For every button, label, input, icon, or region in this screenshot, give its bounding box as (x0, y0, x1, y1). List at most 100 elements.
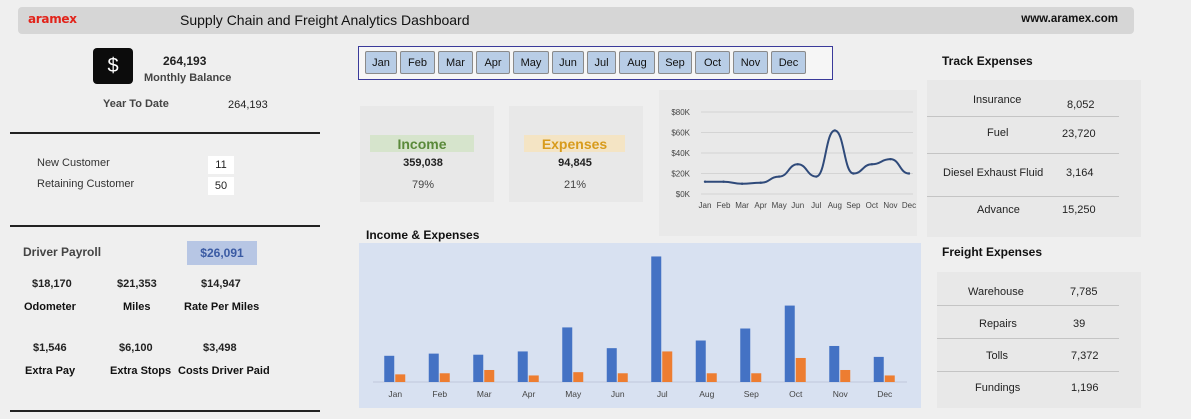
x-tick-label: Jan (388, 389, 402, 399)
x-tick-label: Feb (717, 201, 731, 210)
divider (937, 338, 1119, 339)
x-tick-label: Feb (432, 389, 447, 399)
fuel-label: Fuel (987, 127, 1009, 139)
month-sep-button[interactable]: Sep (658, 51, 692, 74)
y-tick-label: $60K (671, 129, 690, 138)
new-customer-value: 11 (208, 156, 234, 174)
expenses-bar (751, 373, 762, 382)
line-point (852, 172, 855, 175)
month-may-button[interactable]: May (513, 51, 549, 74)
income-bar (473, 354, 484, 382)
y-tick-label: $40K (671, 149, 690, 158)
expenses-bar (840, 369, 851, 382)
miles-value: $21,353 (117, 278, 157, 290)
x-tick-label: Aug (828, 201, 842, 210)
repairs-value: 39 (1073, 318, 1086, 330)
aramex-logo[interactable]: aramex (28, 12, 77, 26)
y-tick-label: $0K (676, 190, 691, 199)
warehouse-value: 7,785 (1070, 286, 1098, 298)
month-aug-button[interactable]: Aug (619, 51, 655, 74)
divider (927, 153, 1119, 154)
income-bar (695, 340, 706, 382)
x-tick-label: Sep (744, 389, 759, 399)
month-mar-button[interactable]: Mar (438, 51, 473, 74)
track-expenses-card: Insurance 8,052 Fuel 23,720 Diesel Exhau… (927, 80, 1141, 237)
x-tick-label: Apr (522, 389, 535, 399)
expenses-bar (573, 372, 584, 382)
tolls-value: 7,372 (1071, 350, 1099, 362)
divider (927, 196, 1119, 197)
line-point (703, 180, 707, 183)
x-tick-label: May (772, 201, 787, 210)
income-percent: 79% (411, 179, 435, 191)
x-tick-label: Apr (754, 201, 767, 210)
month-jan-button[interactable]: Jan (365, 51, 397, 74)
costs-driver-paid-label: Costs Driver Paid (178, 365, 270, 377)
x-tick-label: Oct (866, 201, 879, 210)
expenses-bar (884, 375, 895, 382)
month-nov-button[interactable]: Nov (733, 51, 768, 74)
income-bar (784, 305, 795, 382)
x-tick-label: May (565, 389, 582, 399)
income-bar (384, 355, 395, 382)
freight-expenses-card: Warehouse 7,785 Repairs 39 Tolls 7,372 F… (937, 272, 1141, 408)
month-jun-button[interactable]: Jun (552, 51, 584, 74)
retaining-customer-value: 50 (208, 177, 234, 195)
advance-value: 15,250 (1062, 204, 1096, 216)
ytd-value: 264,193 (228, 99, 268, 111)
expenses-bar (528, 375, 539, 382)
income-bar (562, 327, 573, 382)
x-tick-label: Jul (657, 389, 668, 399)
fuel-value: 23,720 (1062, 128, 1096, 140)
income-bar (606, 348, 617, 382)
line-point (907, 172, 911, 175)
x-tick-label: Nov (833, 389, 849, 399)
diesel-exhaust-fluid-label: Diesel Exhaust Fluid (943, 167, 1044, 179)
month-feb-button[interactable]: Feb (400, 51, 435, 74)
bar-chart-svg: Jan Feb Mar Apr May Jun Jul Aug Sep Oct Nov Dec (373, 256, 907, 399)
rate-per-miles-value: $14,947 (201, 278, 241, 290)
odometer-value: $18,170 (32, 278, 72, 290)
month-slicer: Jan Feb Mar Apr May Jun Jul Aug Sep Oct … (358, 46, 833, 80)
line-point (833, 129, 837, 132)
track-expenses-title: Track Expenses (942, 54, 1033, 68)
monthly-balance-label: Monthly Balance (144, 72, 232, 84)
fundings-value: 1,196 (1071, 382, 1099, 394)
x-tick-label: Aug (699, 389, 714, 399)
y-tick-label: $80K (671, 108, 690, 117)
driver-payroll-value: $26,091 (187, 241, 257, 265)
expenses-bar (439, 373, 450, 382)
extra-pay-value: $1,546 (33, 342, 67, 354)
month-apr-button[interactable]: Apr (476, 51, 510, 74)
month-dec-button[interactable]: Dec (771, 51, 806, 74)
website-link[interactable]: www.aramex.com (1021, 13, 1118, 25)
line-chart-svg: $0K $20K $40K $60K $80K Jan Feb Mar Apr May Jun Jul… (671, 108, 916, 210)
income-bar (873, 356, 884, 382)
expenses-value: 94,845 (558, 157, 592, 169)
rate-per-miles-label: Rate Per Miles (184, 301, 260, 313)
line-point (722, 180, 725, 183)
insurance-value: 8,052 (1067, 99, 1095, 111)
line-point (740, 182, 744, 185)
fundings-label: Fundings (975, 382, 1021, 394)
retaining-customer-label: Retaining Customer (37, 178, 135, 190)
miles-label: Miles (123, 301, 151, 313)
monthly-balance-value: 264,193 (163, 54, 207, 68)
month-oct-button[interactable]: Oct (695, 51, 730, 74)
divider (937, 371, 1119, 372)
month-jul-button[interactable]: Jul (587, 51, 616, 74)
income-bar (829, 345, 840, 382)
expenses-bar (662, 351, 673, 382)
ytd-label: Year To Date (103, 98, 169, 110)
expenses-bar (795, 357, 806, 382)
income-expenses-chart: Jan Feb Mar Apr May Jun Jul Aug Sep Oct Nov Dec (359, 243, 921, 408)
diesel-exhaust-fluid-value: 3,164 (1066, 167, 1094, 179)
advance-label: Advance (977, 204, 1020, 216)
x-tick-label: Jun (611, 389, 625, 399)
divider (937, 305, 1119, 306)
trend-line (705, 129, 910, 185)
new-customer-label: New Customer (37, 157, 110, 169)
income-bar (740, 328, 751, 382)
monthly-trend-chart: $0K $20K $40K $60K $80K Jan Feb Mar Apr May Jun Jul… (659, 90, 917, 236)
insurance-label: Insurance (973, 94, 1022, 106)
